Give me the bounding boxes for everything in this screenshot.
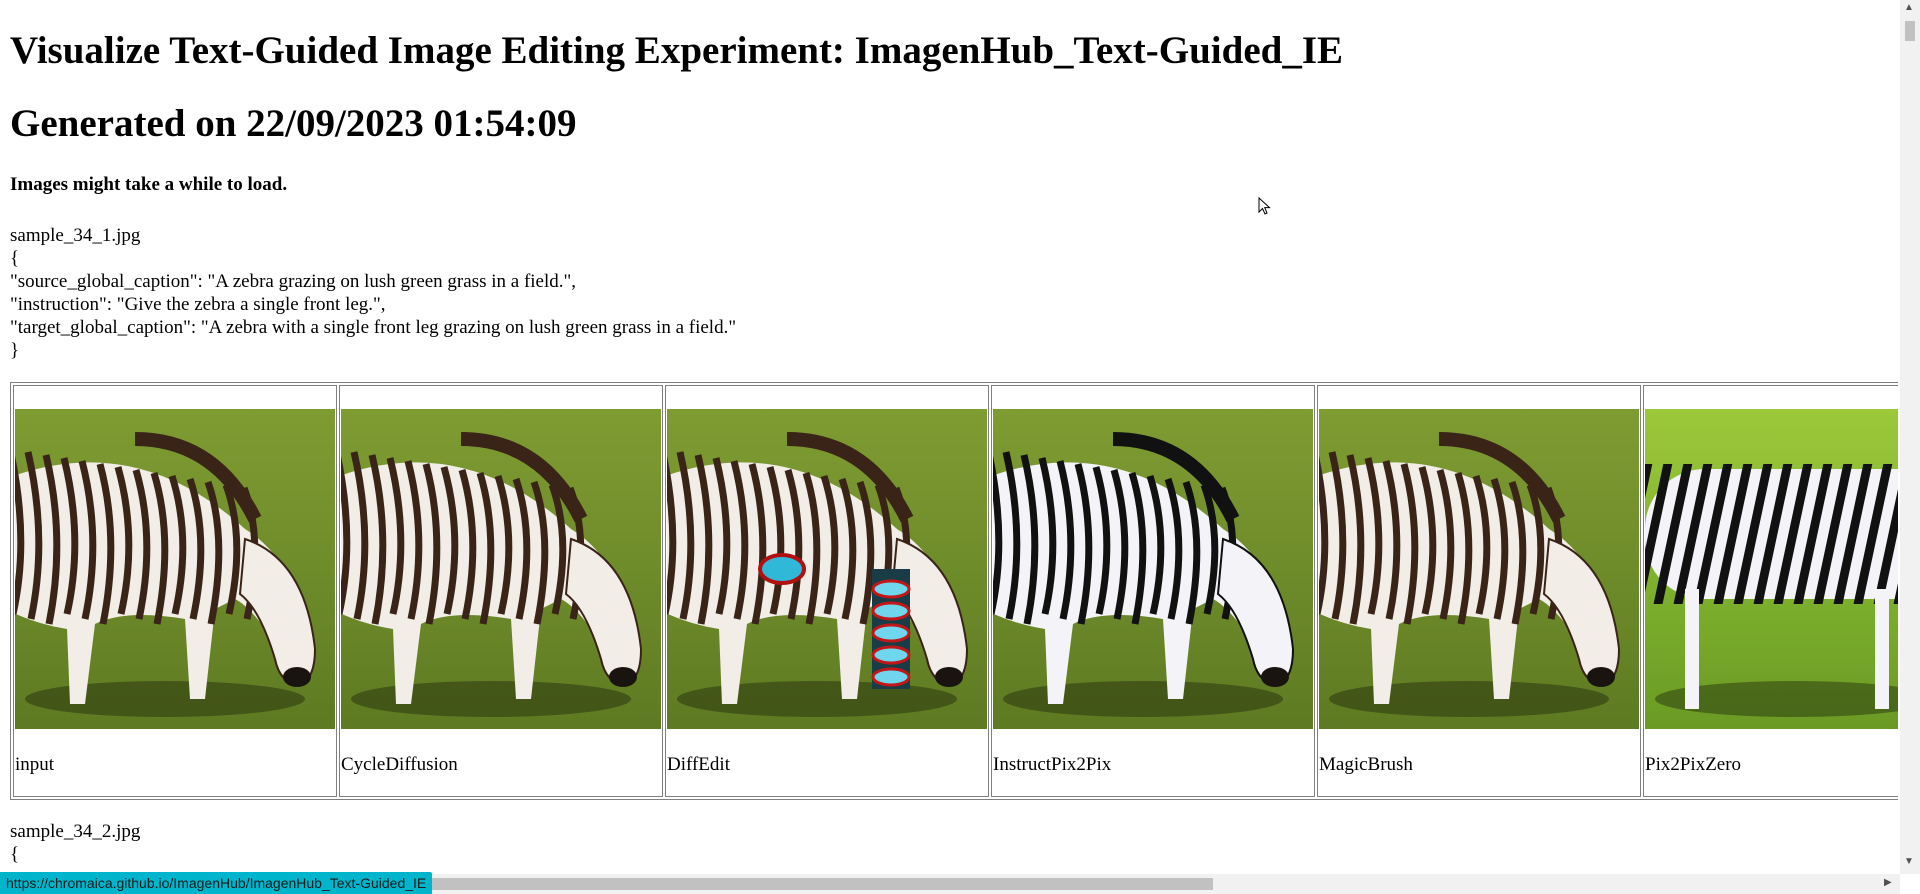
model-label: Pix2PixZero [1645,754,1742,775]
result-image[interactable] [15,409,335,729]
sample-json: { [10,844,20,865]
page-subtitle: Generated on 22/09/2023 01:54:09 [10,102,577,145]
scroll-right-icon[interactable]: ▶ [1884,877,1892,888]
result-image[interactable] [1319,409,1639,729]
mouse-cursor-icon [1258,197,1271,215]
result-image[interactable] [667,409,987,729]
page-content: Visualize Text-Guided Image Editing Expe… [10,0,1898,872]
result-cell: InstructPix2Pix [991,385,1315,797]
model-label: input [15,754,55,775]
result-cell: DiffEdit [665,385,989,797]
page-title: Visualize Text-Guided Image Editing Expe… [10,29,1344,72]
sample-block: sample_34_1.jpg { "source_global_caption… [10,224,736,362]
model-label: CycleDiffusion [341,754,458,775]
result-cell: input [13,385,337,797]
vertical-scrollbar[interactable]: ▲ ▼ [1900,0,1920,874]
result-image[interactable] [993,409,1313,729]
result-cell: CycleDiffusion [339,385,663,797]
model-label: InstructPix2Pix [993,754,1112,775]
sample-filename: sample_34_2.jpg [10,821,141,842]
sample-json: { "source_global_caption": "A zebra graz… [10,248,737,361]
result-image[interactable] [341,409,661,729]
scroll-up-icon[interactable]: ▲ [1904,2,1914,13]
load-note: Images might take a while to load. [10,174,288,195]
result-image[interactable] [1645,409,1898,729]
link-status-bar: https://chromaica.github.io/ImagenHub/Im… [0,872,433,894]
sample-block: sample_34_2.jpg { [10,820,140,866]
model-label: MagicBrush [1319,754,1413,775]
vertical-scroll-thumb[interactable] [1905,21,1915,41]
model-label: DiffEdit [667,754,730,775]
sample-filename: sample_34_1.jpg [10,225,141,246]
result-cell: MagicBrush [1317,385,1641,797]
result-cell: Pix2PixZero [1643,385,1898,797]
results-table: input CycleDiffusion DiffEdit InstructPi… [10,382,1898,800]
scroll-down-icon[interactable]: ▼ [1904,856,1914,867]
